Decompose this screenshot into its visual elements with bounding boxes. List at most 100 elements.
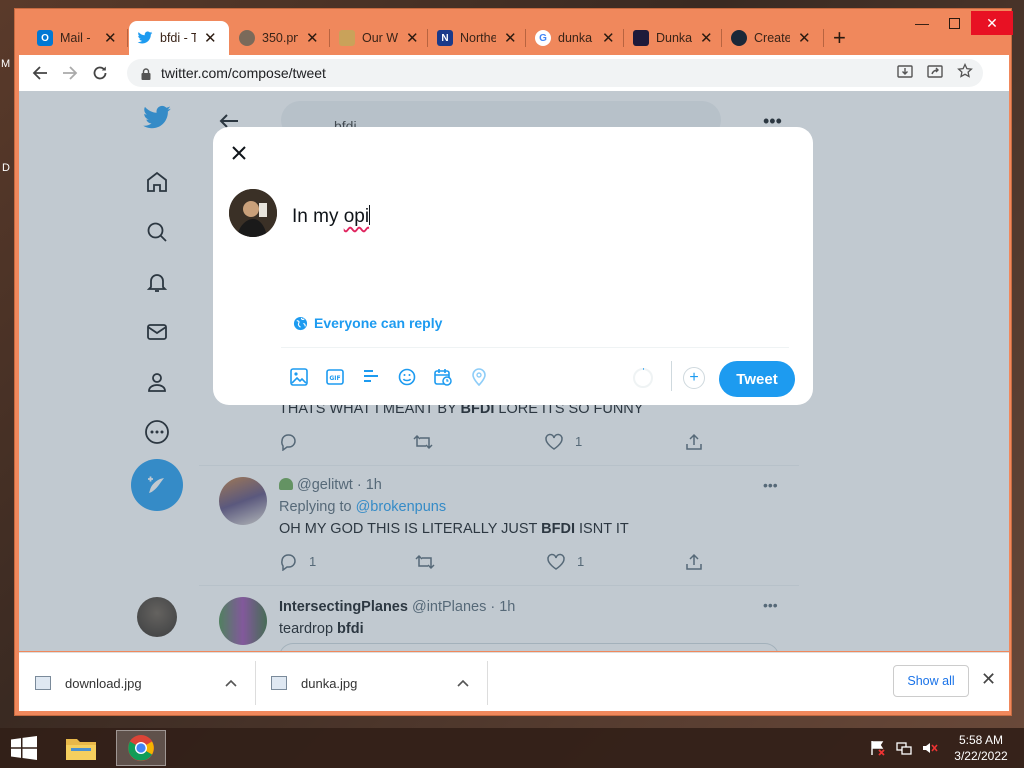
emoji-icon[interactable] (397, 367, 417, 387)
close-icon[interactable]: ✕ (204, 29, 217, 47)
close-icon[interactable]: ✕ (306, 29, 319, 47)
tab-separator (427, 29, 428, 47)
compose-tweet-dialog: In my opi Everyone can reply GIF + Tweet (213, 127, 813, 405)
globe-icon (293, 316, 308, 331)
maximize-button[interactable] (939, 11, 969, 35)
close-icon[interactable]: ✕ (406, 29, 419, 47)
tab-title: Northe (460, 31, 496, 45)
lock-icon (141, 67, 151, 80)
compose-toolbar: GIF (289, 367, 489, 387)
tweet-submit-button[interactable]: Tweet (719, 361, 795, 397)
tab-title: Create (754, 31, 790, 45)
browser-toolbar: twitter.com/compose/tweet (19, 55, 1009, 91)
divider (671, 361, 672, 391)
show-all-downloads-button[interactable]: Show all (893, 665, 969, 697)
tweet-compose-input[interactable]: In my opi (292, 205, 371, 228)
character-count-ring (633, 368, 653, 388)
volume-muted-icon[interactable] (922, 740, 938, 761)
tab-title: dunka (558, 31, 593, 45)
close-icon[interactable] (227, 141, 251, 165)
file-explorer-icon[interactable] (56, 730, 106, 766)
tab-350[interactable]: 350.pn ✕ (231, 21, 327, 55)
system-tray (870, 740, 938, 761)
tab-separator (721, 29, 722, 47)
download-item[interactable]: dunka.jpg (255, 665, 487, 701)
minimize-button[interactable]: — (907, 11, 937, 35)
globe-icon (239, 30, 255, 46)
download-filename: dunka.jpg (301, 675, 358, 691)
window-close-button[interactable]: ✕ (971, 11, 1013, 35)
twitter-icon (137, 30, 153, 46)
divider (487, 661, 488, 705)
tab-separator (823, 29, 824, 47)
northeastern-icon: N (437, 30, 453, 46)
download-filename: download.jpg (65, 675, 142, 691)
tab-mail[interactable]: O Mail - ✕ (29, 21, 127, 55)
close-icon[interactable]: ✕ (602, 29, 615, 47)
tab-title: Dunka (656, 31, 692, 45)
new-tab-button[interactable]: + (833, 25, 846, 51)
tab-separator (525, 29, 526, 47)
location-pin-icon (469, 367, 489, 387)
tab-separator (127, 29, 128, 47)
schedule-icon[interactable] (433, 367, 453, 387)
tab-strip: O Mail - ✕ bfdi - T ✕ 350.pn ✕ Our W ✕ N… (15, 9, 1013, 55)
download-item[interactable]: download.jpg (19, 665, 255, 701)
address-bar[interactable]: twitter.com/compose/tweet (127, 59, 983, 87)
tab-title: Our W (362, 31, 398, 45)
share-icon[interactable] (927, 63, 943, 82)
scroll-icon (339, 30, 355, 46)
windows-start-icon[interactable] (10, 736, 38, 760)
forward-button[interactable] (55, 58, 85, 88)
close-icon[interactable]: ✕ (504, 29, 517, 47)
tab-dunka-kym[interactable]: Dunka ✕ (625, 21, 721, 55)
browser-window: O Mail - ✕ bfdi - T ✕ 350.pn ✕ Our W ✕ N… (14, 8, 1013, 716)
chevron-up-icon[interactable] (225, 676, 237, 690)
add-tweet-button[interactable]: + (683, 367, 705, 389)
page-viewport: bfdi ••• THATS WHAT I MEANT BY BFDI LORE… (19, 91, 1009, 651)
clock-date: 3/22/2022 (954, 749, 1008, 763)
close-icon[interactable]: ✕ (700, 29, 713, 47)
image-icon[interactable] (289, 367, 309, 387)
tab-our-w[interactable]: Our W ✕ (331, 21, 427, 55)
tab-title: bfdi - T (160, 31, 196, 45)
close-icon[interactable]: ✕ (798, 29, 811, 47)
poll-icon[interactable] (361, 367, 381, 387)
tab-northeastern[interactable]: N Northe ✕ (429, 21, 525, 55)
tab-separator (623, 29, 624, 47)
user-avatar[interactable] (229, 189, 277, 237)
reply-setting-button[interactable]: Everyone can reply (293, 315, 442, 331)
tab-title: 350.pn (262, 31, 298, 45)
image-file-icon (35, 676, 51, 690)
reload-button[interactable] (85, 58, 115, 88)
steam-icon (731, 30, 747, 46)
outlook-icon: O (37, 30, 53, 46)
bookmark-star-icon[interactable] (957, 62, 973, 82)
chrome-icon[interactable] (116, 730, 166, 766)
downloads-bar: download.jpg dunka.jpg Show all ✕ (19, 652, 1009, 711)
close-icon[interactable]: ✕ (104, 29, 117, 47)
tab-separator (329, 29, 330, 47)
svg-text:GIF: GIF (329, 375, 340, 382)
google-icon: G (535, 30, 551, 46)
desktop-edge-text: M (1, 58, 11, 70)
chevron-up-icon[interactable] (457, 676, 469, 690)
image-file-icon (271, 676, 287, 690)
action-center-flag-icon[interactable] (870, 740, 886, 761)
taskbar: 5:58 AM 3/22/2022 (0, 728, 1024, 768)
tab-steam-create[interactable]: Create ✕ (723, 21, 823, 55)
gif-icon[interactable]: GIF (325, 367, 345, 387)
network-icon[interactable] (896, 740, 912, 761)
tab-title: Mail - (60, 31, 91, 45)
clock-time: 5:58 AM (958, 733, 1004, 747)
knowyourmeme-icon (633, 30, 649, 46)
tab-google-dunka[interactable]: G dunka ✕ (527, 21, 623, 55)
divider (281, 347, 789, 348)
close-icon[interactable]: ✕ (981, 669, 996, 690)
back-button[interactable] (25, 58, 55, 88)
desktop-edge-text: D (2, 162, 10, 174)
tab-twitter[interactable]: bfdi - T ✕ (129, 21, 229, 55)
install-app-icon[interactable] (897, 63, 913, 82)
url-text: twitter.com/compose/tweet (161, 65, 326, 81)
system-clock[interactable]: 5:58 AM 3/22/2022 (948, 732, 1014, 764)
